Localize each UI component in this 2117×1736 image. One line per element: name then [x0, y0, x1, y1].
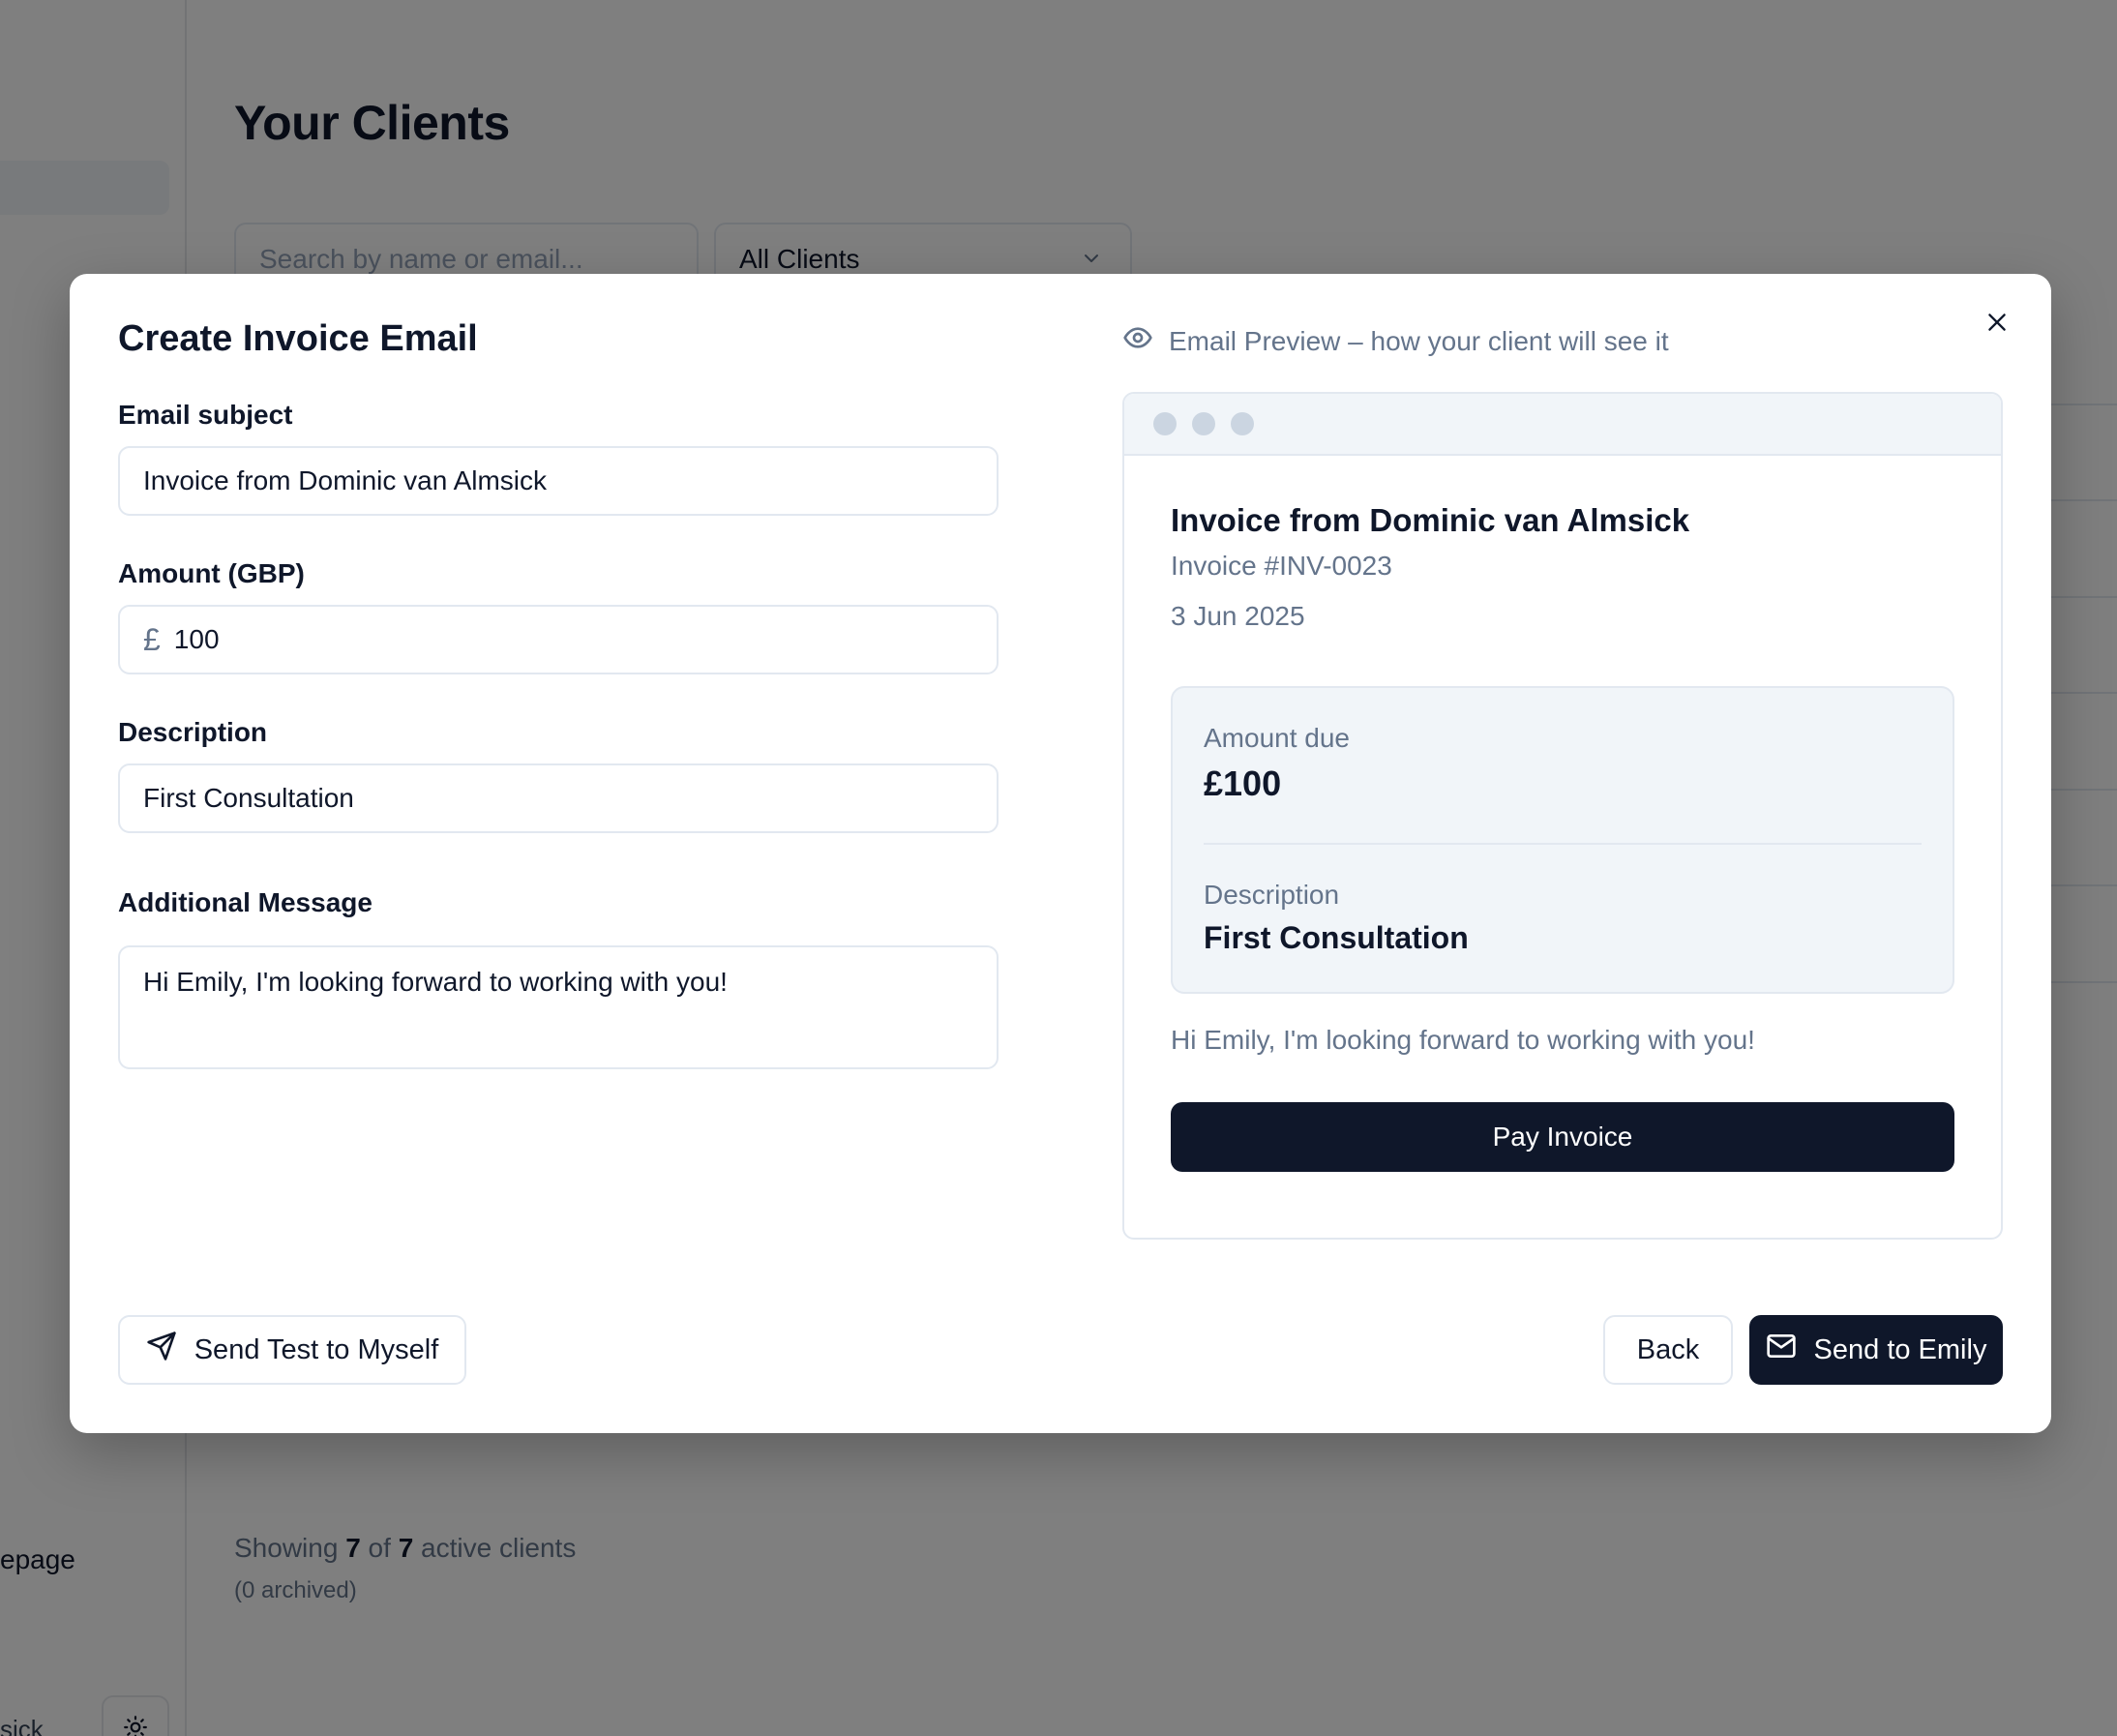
- email-preview-title: Email Preview – how your client will see…: [1169, 325, 1669, 356]
- back-button[interactable]: Back: [1603, 1315, 1733, 1385]
- additional-message-textarea[interactable]: Hi Emily, I'm looking forward to working…: [118, 945, 999, 1069]
- preview-description-value: First Consultation: [1204, 920, 1469, 955]
- dialog-title: Create Invoice Email: [118, 318, 478, 359]
- preview-email-title: Invoice from Dominic van Almsick: [1171, 502, 1690, 538]
- window-dot: [1192, 412, 1215, 435]
- eye-icon: [1122, 322, 1153, 360]
- send-test-label: Send Test to Myself: [194, 1333, 439, 1365]
- preview-card-divider: [1204, 843, 1922, 845]
- preview-amount-due-label: Amount due: [1204, 723, 1350, 753]
- additional-message-value: Hi Emily, I'm looking forward to working…: [143, 967, 728, 997]
- window-dot: [1231, 412, 1254, 435]
- send-test-button[interactable]: Send Test to Myself: [118, 1315, 466, 1385]
- preview-description-label: Description: [1204, 880, 1340, 910]
- mail-icon: [1766, 1331, 1797, 1369]
- email-preview-header: Email Preview – how your client will see…: [1122, 322, 1669, 360]
- preview-amount-due-value: £100: [1204, 763, 1282, 803]
- description-label: Description: [118, 717, 268, 747]
- back-label: Back: [1636, 1333, 1700, 1365]
- pay-invoice-button[interactable]: Pay Invoice: [1171, 1102, 1954, 1172]
- additional-message-label: Additional Message: [118, 887, 373, 917]
- preview-message: Hi Emily, I'm looking forward to working…: [1171, 1025, 1755, 1055]
- send-to-client-label: Send to Emily: [1813, 1333, 1987, 1365]
- send-icon: [146, 1331, 177, 1369]
- close-icon: [1984, 310, 2010, 340]
- close-button[interactable]: [1978, 305, 2016, 344]
- preview-invoice-number: Invoice #INV-0023: [1171, 551, 1392, 581]
- create-invoice-email-dialog: Create Invoice Email Email subject Invoi…: [70, 274, 2051, 1433]
- email-subject-label: Email subject: [118, 400, 293, 430]
- preview-window-bar: [1124, 394, 2001, 456]
- amount-input[interactable]: £ 100: [118, 605, 999, 674]
- description-input[interactable]: First Consultation: [118, 763, 999, 833]
- amount-label: Amount (GBP): [118, 558, 305, 588]
- email-preview-frame: Invoice from Dominic van Almsick Invoice…: [1122, 392, 2003, 1240]
- description-value: First Consultation: [143, 783, 354, 813]
- send-to-client-button[interactable]: Send to Emily: [1749, 1315, 2003, 1385]
- email-subject-value: Invoice from Dominic van Almsick: [143, 465, 548, 495]
- email-subject-input[interactable]: Invoice from Dominic van Almsick: [118, 446, 999, 516]
- preview-summary-card: Amount due £100 Description First Consul…: [1171, 686, 1954, 994]
- amount-value: 100: [173, 624, 220, 654]
- preview-invoice-date: 3 Jun 2025: [1171, 601, 1305, 631]
- window-dot: [1153, 412, 1177, 435]
- pound-icon: £: [143, 621, 161, 657]
